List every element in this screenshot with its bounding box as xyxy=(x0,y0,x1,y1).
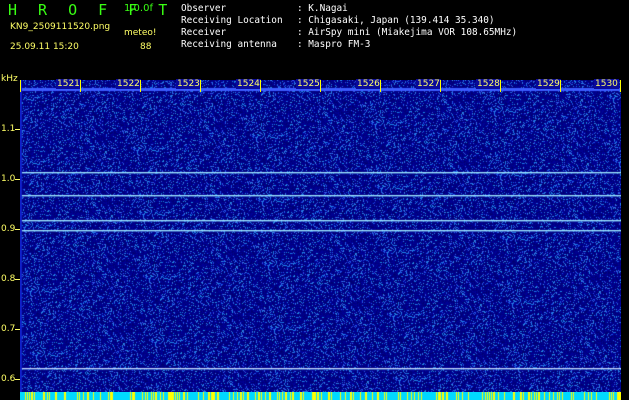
time-tick-mark xyxy=(500,80,501,92)
info-row-receiver: Receiver: AirSpy mini (Miakejima VOR 108… xyxy=(181,27,518,38)
time-tick-mark xyxy=(200,80,201,92)
time-tick-mark xyxy=(440,80,441,92)
info-row-location: Receiving Location: Chigasaki, Japan (13… xyxy=(181,15,495,26)
y-axis-unit: kHz xyxy=(1,74,18,84)
mode-label: meteo! xyxy=(124,28,157,38)
y-tick-label: 0.9 xyxy=(1,224,16,234)
y-tick-label: 0.8 xyxy=(1,274,16,284)
time-tick-mark xyxy=(260,80,261,92)
time-tick-mark xyxy=(320,80,321,92)
count-label: 88 xyxy=(140,42,152,52)
time-tick-mark xyxy=(560,80,561,92)
right-margin xyxy=(621,80,629,400)
info-row-observer: Observer: K.Nagai xyxy=(181,3,348,14)
datetime-label: 25.09.11 15:20 xyxy=(10,42,79,52)
time-tick-label: 1526 xyxy=(356,79,381,89)
time-tick-label: 1528 xyxy=(476,79,501,89)
time-tick-label: 1521 xyxy=(56,79,81,89)
y-tick-label: 0.7 xyxy=(1,324,16,334)
time-tick-label: 1522 xyxy=(116,79,141,89)
file-name: KN9_2509111520.png xyxy=(10,22,111,32)
time-tick-label: 1525 xyxy=(296,79,321,89)
version-label: 1.0.0f xyxy=(124,3,153,14)
time-tick-label: 1527 xyxy=(416,79,441,89)
bottom-scale-canvas xyxy=(20,392,621,400)
info-row-antenna: Receiving antenna: Maspro FM-3 xyxy=(181,39,371,50)
station-info: Observer: K.Nagai Receiving Location: Ch… xyxy=(181,3,517,51)
header: H R O F F T 1.0.0f KN9_2509111520.png me… xyxy=(0,0,629,78)
time-tick-label: 1524 xyxy=(236,79,261,89)
y-tick-label: 0.6 xyxy=(1,374,16,384)
y-tick-label: 1.1 xyxy=(1,124,16,134)
spectrogram-canvas xyxy=(20,80,621,392)
time-tick-mark xyxy=(140,80,141,92)
time-tick-label: 1530 xyxy=(594,79,619,89)
time-tick-label: 1523 xyxy=(176,79,201,89)
y-tick-label: 1.0 xyxy=(1,174,16,184)
time-tick-label: 1529 xyxy=(536,79,561,89)
time-tick-mark xyxy=(380,80,381,92)
time-tick-mark xyxy=(20,80,21,92)
spectrogram-plot: 1521 1522 1523 1524 1525 1526 1527 1528 … xyxy=(20,79,621,392)
bottom-scale-bar xyxy=(20,392,621,400)
time-tick-mark xyxy=(80,80,81,92)
